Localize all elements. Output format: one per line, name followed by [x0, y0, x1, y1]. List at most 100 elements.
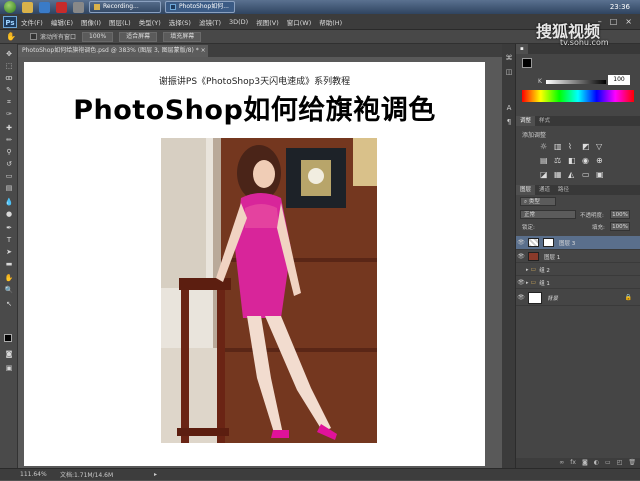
dodge-tool-icon[interactable]: ● [4, 210, 14, 219]
k-value-field[interactable]: 100 [608, 75, 630, 85]
scroll-all-windows-checkbox[interactable] [30, 33, 37, 40]
character-panel-icon[interactable]: A [505, 104, 513, 112]
actual-pixels-button[interactable]: 100% [82, 31, 114, 42]
layer-row-3[interactable]: 👁 图层 3 [516, 236, 640, 250]
bw-icon[interactable]: ◧ [568, 156, 582, 166]
fill-screen-button[interactable]: 填充屏幕 [163, 31, 202, 42]
layer-filter-select[interactable]: ⌕ 类型 [520, 197, 556, 206]
link-icon[interactable]: ∞ [559, 458, 564, 468]
blend-mode-select[interactable]: 正常 [520, 210, 576, 219]
foreground-color-swatch[interactable] [4, 334, 12, 342]
visibility-eye-icon[interactable]: 👁 [516, 239, 526, 246]
threshold-icon[interactable]: ◭ [568, 170, 582, 180]
layer-row-1[interactable]: 👁 图层 1 [516, 251, 640, 263]
tab-adjustments[interactable]: 调整 [516, 116, 536, 126]
color-foreground-swatch[interactable] [522, 58, 532, 68]
properties-panel-icon[interactable]: ◫ [505, 68, 513, 76]
history-brush-tool-icon[interactable]: ↺ [4, 160, 14, 169]
quick-mask-icon[interactable]: ◙ [4, 350, 14, 359]
expand-arrow-icon[interactable]: ▸ [526, 280, 529, 286]
lasso-tool-icon[interactable]: ꝏ [4, 74, 14, 83]
visibility-eye-icon[interactable]: 👁 [516, 279, 526, 286]
paragraph-panel-icon[interactable]: ¶ [505, 118, 513, 126]
eyedropper-tool-icon[interactable]: ✑ [4, 110, 14, 119]
hue-sat-icon[interactable]: ▤ [540, 156, 554, 166]
quick-select-tool-icon[interactable]: ✎ [4, 86, 14, 95]
document-canvas[interactable]: 谢振讲PS《PhotoShop3天闪电速成》系列教程 PhotoShop如何给旗… [24, 62, 485, 466]
move-tool-icon[interactable]: ✥ [4, 50, 14, 59]
history-panel-icon[interactable]: ⌘ [505, 54, 513, 62]
opacity-field[interactable]: 100% [610, 210, 630, 219]
color-spectrum[interactable] [522, 90, 634, 102]
exposure-icon[interactable]: ◩ [582, 142, 596, 152]
menu-help[interactable]: 帮助(H) [319, 17, 342, 27]
menu-filter[interactable]: 滤镜(T) [199, 17, 221, 27]
maximize-icon[interactable]: □ [610, 17, 618, 26]
shape-tool-icon[interactable]: ▬ [4, 260, 14, 269]
posterize-icon[interactable]: ▦ [554, 170, 568, 180]
menu-view[interactable]: 视图(V) [256, 17, 279, 27]
screen-mode-icon[interactable]: ▣ [4, 364, 14, 373]
tab-channels[interactable]: 通道 [535, 185, 554, 195]
pen-tool-icon[interactable]: ✒ [4, 224, 14, 233]
healing-tool-icon[interactable]: ✚ [4, 124, 14, 133]
crop-tool-icon[interactable]: ⌗ [4, 98, 14, 107]
hand-tool-icon[interactable]: ✋ [6, 32, 16, 42]
close-icon[interactable]: × [625, 17, 632, 26]
brush-tool-icon[interactable]: ✏ [4, 136, 14, 145]
brightness-icon[interactable]: ☼ [540, 142, 554, 152]
fit-screen-button[interactable]: 适合屏幕 [119, 31, 158, 42]
group-row-1[interactable]: 👁 ▸ ▭ 组 1 [516, 277, 640, 289]
tab-layers[interactable]: 图层 [516, 185, 536, 195]
visibility-eye-icon[interactable]: 👁 [516, 294, 526, 301]
color-balance-icon[interactable]: ⚖ [554, 156, 568, 166]
path-select-tool-icon[interactable]: ➤ [4, 248, 14, 257]
zoom-tool-icon[interactable]: 🔍 [4, 286, 14, 295]
vibrance-icon[interactable]: ▽ [596, 142, 610, 152]
start-button[interactable] [4, 1, 16, 13]
acrobat-icon[interactable] [56, 1, 67, 13]
hand-tool-icon[interactable]: ✋ [4, 274, 14, 283]
new-group-icon[interactable]: ▭ [605, 458, 611, 468]
menu-3d[interactable]: 3D(D) [229, 18, 248, 26]
taskbar-photoshop[interactable]: PhotoShop如何... [165, 1, 235, 13]
gradient-map-icon[interactable]: ▭ [582, 170, 596, 180]
group-row-2[interactable]: ▸ ▭ 组 2 [516, 264, 640, 276]
media-icon[interactable] [39, 1, 50, 13]
visibility-eye-icon[interactable]: 👁 [516, 253, 526, 260]
levels-icon[interactable]: ▥ [554, 142, 568, 152]
document-tab[interactable]: PhotoShop如何给旗袍调色.psd @ 383% (图层 3, 图层蒙版/… [18, 45, 208, 57]
document-size[interactable]: 文档:1.71M/14.6M [60, 470, 152, 480]
curves-icon[interactable]: ⌇ [568, 142, 582, 152]
zoom-level[interactable]: 111.64% [20, 469, 47, 480]
selective-color-icon[interactable]: ▣ [596, 170, 610, 180]
menu-image[interactable]: 图像(I) [81, 17, 101, 27]
expand-arrow-icon[interactable]: ▸ [526, 267, 529, 273]
menu-edit[interactable]: 编辑(E) [51, 17, 73, 27]
photo-filter-icon[interactable]: ◉ [582, 156, 596, 166]
explorer-icon[interactable] [22, 1, 33, 13]
blur-tool-icon[interactable]: 💧 [4, 198, 14, 207]
stamp-tool-icon[interactable]: ⚲ [4, 148, 14, 157]
channel-mixer-icon[interactable]: ⊕ [596, 156, 610, 166]
adjustment-layer-icon[interactable]: ◐ [594, 458, 599, 468]
app-icon[interactable] [73, 1, 84, 13]
canvas-area[interactable]: 谢振讲PS《PhotoShop3天闪电速成》系列教程 PhotoShop如何给旗… [18, 57, 516, 468]
mask-icon[interactable]: ◙ [582, 458, 588, 468]
menu-select[interactable]: 选择(S) [169, 17, 191, 27]
fill-field[interactable]: 100% [610, 222, 630, 231]
status-menu-arrow-icon[interactable]: ▸ [154, 469, 157, 480]
menu-type[interactable]: 类型(Y) [139, 17, 161, 27]
marquee-tool-icon[interactable]: ⬚ [4, 62, 14, 71]
taskbar-recording[interactable]: Recording... [89, 1, 161, 13]
fx-icon[interactable]: fx [570, 458, 576, 468]
tab-color[interactable]: ▪ [516, 44, 528, 54]
trash-icon[interactable]: 🗑 [628, 458, 636, 468]
menu-file[interactable]: 文件(F) [21, 17, 43, 27]
tab-styles[interactable]: 样式 [535, 116, 554, 126]
menu-window[interactable]: 窗口(W) [287, 17, 312, 27]
menu-layer[interactable]: 图层(L) [109, 17, 131, 27]
tab-paths[interactable]: 路径 [554, 185, 573, 195]
new-layer-icon[interactable]: ◰ [617, 458, 623, 468]
layer-row-background[interactable]: 👁 背景 🔒 [516, 290, 640, 306]
